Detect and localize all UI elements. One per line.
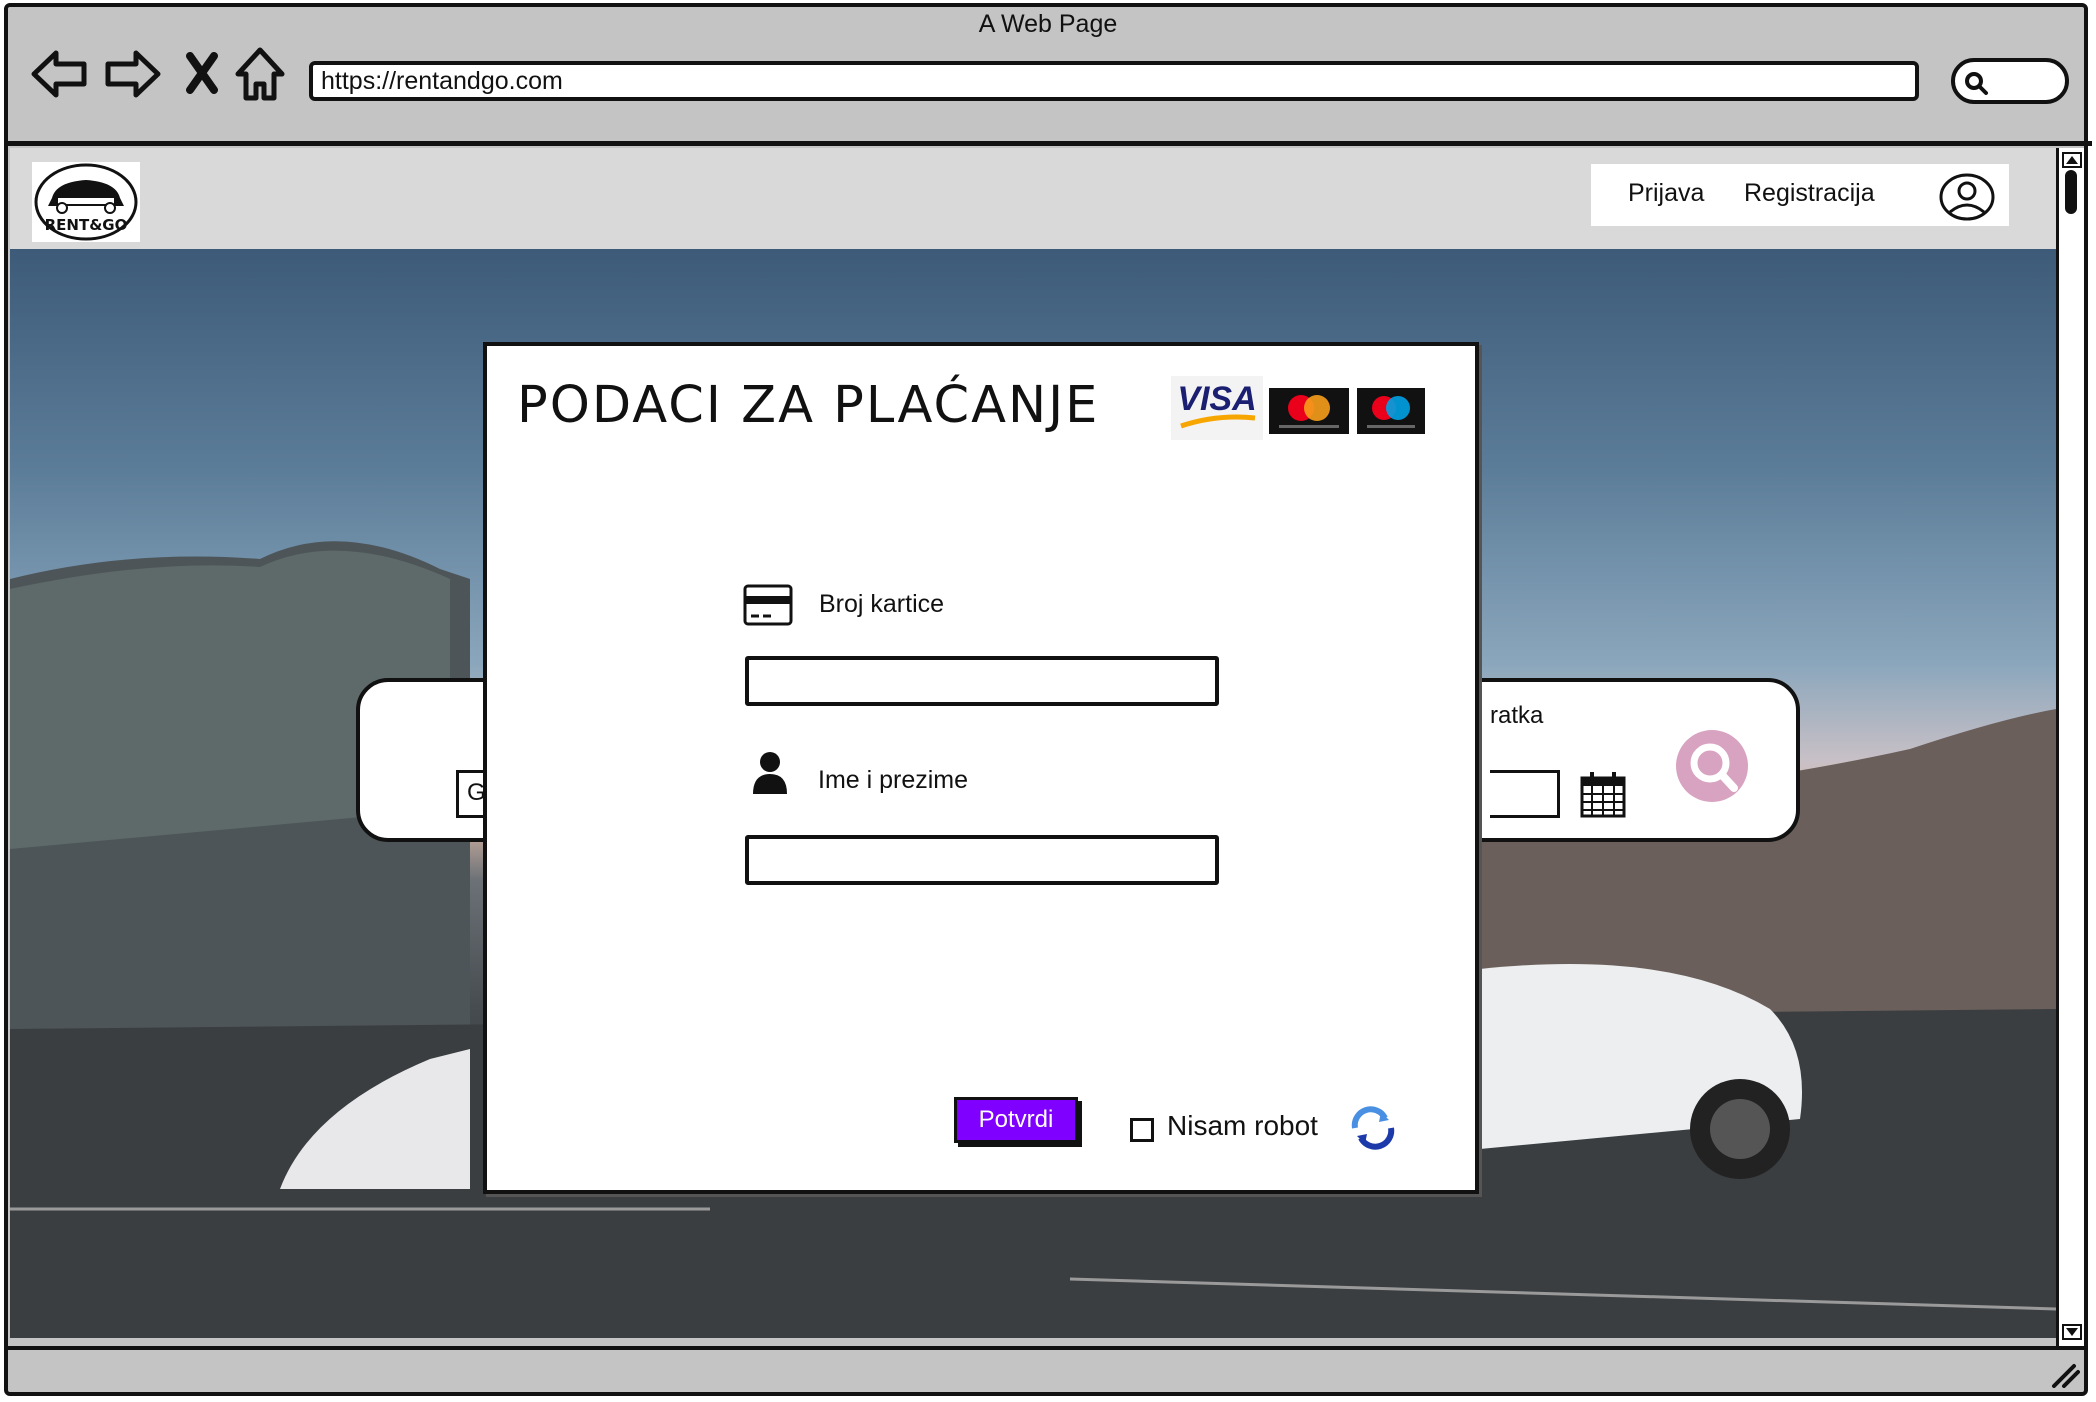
- search-icon: [1965, 72, 1988, 95]
- card-number-input[interactable]: [745, 656, 1219, 706]
- mastercard-logo-icon: [1269, 388, 1349, 434]
- vertical-scrollbar[interactable]: [2056, 148, 2084, 1346]
- confirm-button[interactable]: Potvrdi: [954, 1097, 1078, 1143]
- calendar-icon[interactable]: [1578, 768, 1628, 820]
- forward-icon[interactable]: [104, 47, 162, 101]
- not-robot-label: Nisam robot: [1167, 1110, 1318, 1141]
- card-number-label: Broj kartice: [819, 590, 945, 618]
- payment-modal: PODACI ZA PLAĆANJE VISA Broj kartice Ime…: [483, 342, 1479, 1194]
- recaptcha-icon: [1351, 1106, 1395, 1150]
- browser-search-field[interactable]: [1951, 58, 2069, 104]
- status-bar-divider: [4, 1346, 2088, 1350]
- visa-logo-icon: VISA: [1171, 376, 1263, 440]
- address-bar[interactable]: https://rentandgo.com: [309, 61, 1919, 101]
- full-name-input[interactable]: [745, 835, 1219, 885]
- user-icon: [753, 752, 787, 794]
- site-logo[interactable]: RENT&GO: [32, 162, 140, 242]
- resize-grip-icon[interactable]: [2050, 1360, 2080, 1388]
- search-button-icon[interactable]: [1670, 728, 1760, 808]
- stop-icon[interactable]: [184, 52, 220, 94]
- return-date-input[interactable]: [1490, 770, 1560, 818]
- scroll-up-icon[interactable]: [2062, 152, 2082, 168]
- login-link[interactable]: Prijava: [1628, 179, 1704, 208]
- credit-card-icon: [743, 584, 793, 626]
- full-name-label: Ime i prezime: [818, 766, 969, 794]
- modal-title: PODACI ZA PLAĆANJE: [517, 376, 1100, 435]
- user-avatar-icon[interactable]: [1938, 172, 1996, 222]
- visa-logo-text: VISA: [1177, 380, 1256, 418]
- not-robot-checkbox[interactable]: [1130, 1118, 1154, 1142]
- scroll-thumb[interactable]: [2065, 170, 2077, 214]
- register-link[interactable]: Registracija: [1744, 179, 1875, 208]
- logo-emblem: RENT&GO: [34, 163, 138, 241]
- window-title: A Web Page: [978, 10, 1118, 38]
- return-date-label: ratka: [1490, 702, 1544, 729]
- scroll-down-icon[interactable]: [2062, 1324, 2082, 1340]
- maestro-logo-icon: [1357, 388, 1425, 434]
- back-icon[interactable]: [30, 47, 88, 101]
- toolbar-divider: [4, 141, 2092, 146]
- svg-text:RENT&GO: RENT&GO: [45, 216, 128, 234]
- home-icon[interactable]: [234, 46, 286, 102]
